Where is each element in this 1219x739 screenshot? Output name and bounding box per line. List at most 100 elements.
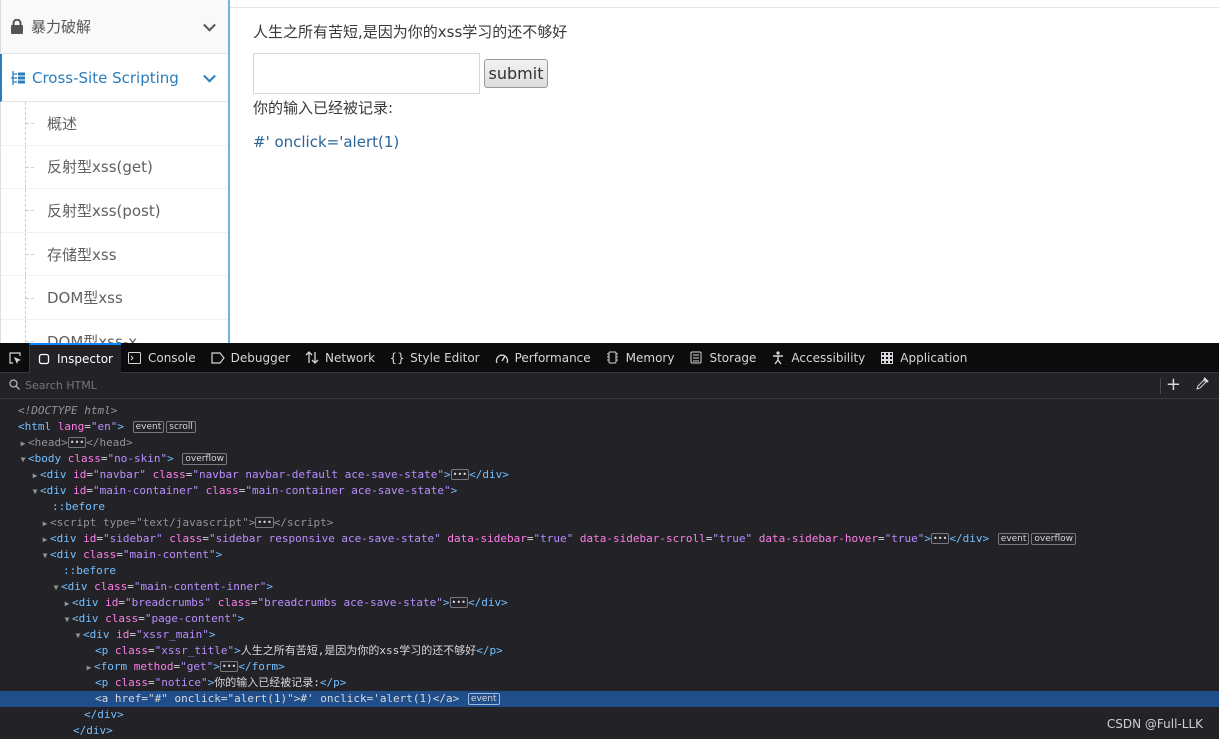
- tab-network[interactable]: Network: [298, 343, 383, 373]
- page-title: 人生之所有苦短,是因为你的xss学习的还不够好: [253, 23, 568, 41]
- tree-row[interactable]: ▼ <div id="xssr_main">: [0, 627, 1219, 643]
- tree-row[interactable]: </div>: [0, 707, 1219, 723]
- performance-icon: [494, 351, 510, 365]
- collapsed-dots-icon[interactable]: •••: [449, 597, 468, 608]
- screen: 暴力破解 Cross-Site Scripting 概述 反射型xss(get)…: [0, 0, 1219, 739]
- tree-row[interactable]: ▼ <div class="main-content-inner">: [0, 579, 1219, 595]
- tab-debugger[interactable]: Debugger: [204, 343, 298, 373]
- application-icon: [879, 351, 895, 365]
- watermark: CSDN @Full-LLK: [1106, 717, 1203, 731]
- expand-arrow-icon[interactable]: ▶: [18, 436, 28, 452]
- web-page: 暴力破解 Cross-Site Scripting 概述 反射型xss(get)…: [0, 0, 1219, 343]
- tab-inspector[interactable]: Inspector: [30, 342, 121, 373]
- inspector-icon: [36, 352, 52, 366]
- tree-row[interactable]: ▶ <div id="navbar" class="navbar navbar-d…: [0, 467, 1219, 483]
- result-link[interactable]: #' onclick='alert(1): [253, 133, 399, 151]
- tree-row[interactable]: ▶ <head> ••• </head>: [0, 435, 1219, 451]
- expand-arrow-icon[interactable]: ▶: [30, 468, 40, 484]
- network-icon: [304, 351, 320, 365]
- chevron-down-icon: [203, 18, 216, 32]
- main-content: 人生之所有苦短,是因为你的xss学习的还不够好 submit 你的输入已经被记录…: [230, 0, 1219, 343]
- search-html-input[interactable]: [25, 379, 325, 392]
- tab-storage[interactable]: Storage: [682, 343, 764, 373]
- scroll-badge[interactable]: scroll: [166, 421, 196, 433]
- expand-arrow-icon[interactable]: ▶: [62, 596, 72, 612]
- memory-icon: [605, 351, 621, 365]
- search-icon: [9, 378, 23, 393]
- sidebar-subitem-dom[interactable]: DOM型xss: [0, 276, 228, 320]
- sidebar-subitem-dom-x[interactable]: DOM型xss-x: [0, 319, 228, 343]
- lock-icon: [9, 19, 25, 35]
- collapsed-dots-icon[interactable]: •••: [255, 517, 274, 528]
- overflow-badge[interactable]: overflow: [182, 453, 227, 465]
- collapsed-dots-icon[interactable]: •••: [930, 533, 950, 544]
- collapsed-dots-icon[interactable]: •••: [67, 437, 87, 448]
- collapse-arrow-icon[interactable]: ▼: [62, 612, 72, 628]
- tree-row[interactable]: ::before: [0, 563, 1219, 579]
- sidebar-subitem-reflected-post[interactable]: 反射型xss(post): [0, 189, 228, 233]
- sidebar: 暴力破解 Cross-Site Scripting 概述 反射型xss(get)…: [0, 0, 230, 343]
- tree-row[interactable]: ▼ <body class="no-skin"> overflow: [0, 451, 1219, 467]
- expand-arrow-icon[interactable]: ▶: [84, 660, 94, 676]
- devtools-panel: Inspector Console Debugger Network {} St…: [0, 342, 1219, 739]
- collapse-arrow-icon[interactable]: ▼: [40, 548, 50, 564]
- event-badge[interactable]: event: [132, 421, 165, 433]
- console-icon: [127, 351, 143, 365]
- tree-row[interactable]: ▶ <div id="sidebar" class="sidebar respon…: [0, 531, 1219, 547]
- tree-row[interactable]: ▼ <div class="page-content">: [0, 611, 1219, 627]
- tree-row[interactable]: ▶ <div id="breadcrumbs" class="breadcrumb…: [0, 595, 1219, 611]
- tree-row[interactable]: ▶ <form method="get"> ••• </form>: [0, 659, 1219, 675]
- sidebar-item-xss[interactable]: Cross-Site Scripting: [0, 54, 228, 102]
- notice-text: 你的输入已经被记录:: [253, 99, 394, 117]
- debugger-icon: [210, 351, 226, 365]
- collapsed-dots-icon[interactable]: •••: [219, 661, 239, 672]
- sidebar-subitem-overview[interactable]: 概述: [0, 102, 228, 146]
- tab-style-editor[interactable]: {} Style Editor: [383, 343, 487, 373]
- event-badge[interactable]: event: [467, 693, 500, 705]
- style-editor-icon: {}: [389, 350, 405, 365]
- sidebar-item-brute-force[interactable]: 暴力破解: [0, 0, 228, 54]
- tree-row[interactable]: <!DOCTYPE html>: [0, 403, 1219, 419]
- tree-row[interactable]: ▶ <script type="text/javascript"> ••• </scr…: [0, 515, 1219, 531]
- breadcrumb: [230, 0, 1219, 8]
- markup-tree: <!DOCTYPE html> <html lang="en"> event sc…: [0, 399, 1219, 739]
- tab-accessibility[interactable]: Accessibility: [764, 343, 873, 373]
- sidebar-item-label: Cross-Site Scripting: [32, 68, 179, 87]
- event-badge[interactable]: event: [997, 533, 1030, 545]
- collapse-arrow-icon[interactable]: ▼: [73, 628, 83, 644]
- tree-row[interactable]: ▼ <div class="main-content">: [0, 547, 1219, 563]
- devtools-tabbar: Inspector Console Debugger Network {} St…: [0, 342, 1219, 373]
- tree-row[interactable]: </div>: [0, 723, 1219, 739]
- tab-application[interactable]: Application: [873, 343, 975, 373]
- storage-icon: [688, 351, 704, 365]
- tree-row[interactable]: <p class="notice">你的输入已经被记录:</p>: [0, 675, 1219, 691]
- tree-row[interactable]: <p class="xssr_title">人生之所有苦短,是因为你的xss学习…: [0, 643, 1219, 659]
- add-node-icon[interactable]: +: [1166, 376, 1181, 394]
- tab-console[interactable]: Console: [121, 343, 204, 373]
- collapse-arrow-icon[interactable]: ▼: [51, 580, 61, 596]
- eyedropper-icon[interactable]: [1196, 377, 1209, 394]
- chevron-down-icon: [203, 69, 216, 83]
- element-picker-icon[interactable]: [0, 342, 30, 373]
- tab-performance[interactable]: Performance: [488, 343, 599, 373]
- accessibility-icon: [770, 350, 786, 365]
- expand-arrow-icon[interactable]: ▶: [40, 516, 50, 532]
- sidebar-subitem-stored[interactable]: 存储型xss: [0, 232, 228, 277]
- collapse-arrow-icon[interactable]: ▼: [18, 452, 28, 468]
- overflow-badge[interactable]: overflow: [1031, 533, 1077, 545]
- tab-memory[interactable]: Memory: [599, 343, 683, 373]
- expand-arrow-icon[interactable]: ▶: [40, 532, 50, 548]
- html-search-bar: +: [0, 373, 1219, 399]
- message-input[interactable]: [253, 53, 480, 94]
- sidebar-subitem-reflected-get[interactable]: 反射型xss(get): [0, 145, 228, 190]
- tree-row[interactable]: <html lang="en"> event scroll: [0, 419, 1219, 435]
- submit-button[interactable]: submit: [484, 59, 548, 88]
- tree-row-selected[interactable]: <a href="#" onclick="alert(1)">#' onclic…: [0, 691, 1219, 707]
- tree-row[interactable]: ::before: [0, 499, 1219, 515]
- tree-row[interactable]: ▼ <div id="main-container" class="main-co…: [0, 483, 1219, 499]
- toolbar-divider: [1160, 378, 1161, 394]
- collapsed-dots-icon[interactable]: •••: [450, 469, 470, 480]
- sidebar-item-label: 暴力破解: [31, 18, 92, 36]
- tree-list-icon: [10, 70, 26, 86]
- collapse-arrow-icon[interactable]: ▼: [30, 484, 40, 500]
